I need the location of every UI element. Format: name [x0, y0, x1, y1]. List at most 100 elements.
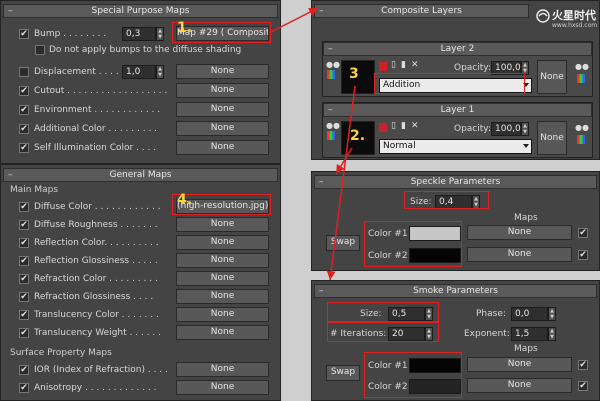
- composite-layers-header[interactable]: – Composite Layers: [314, 4, 529, 18]
- mask-color-icon[interactable]: [327, 70, 335, 79]
- collapse-icon[interactable]: –: [8, 5, 13, 17]
- smoke-exponent-arrows[interactable]: ▲ ▼: [548, 327, 556, 341]
- additional-color-map-button[interactable]: None: [176, 121, 269, 136]
- refraction-glossiness-map-button[interactable]: None: [176, 289, 269, 304]
- composite-layers-title: Composite Layers: [381, 6, 462, 16]
- layer-1-header[interactable]: – Layer 1: [323, 103, 592, 117]
- speckle-color-1-map-checkbox[interactable]: ✔: [578, 228, 588, 238]
- mask-color-icon[interactable]: [577, 135, 585, 144]
- anisotropy-label: Anisotropy . . . . . . . . . . . . .: [34, 383, 157, 393]
- smoke-phase-spinner[interactable]: 0,0: [511, 307, 548, 321]
- ior-checkbox[interactable]: ✔: [19, 365, 29, 375]
- site-logo: 火星时代 www.hxsd.com: [536, 7, 598, 35]
- visibility-icon[interactable]: ●●: [326, 121, 340, 130]
- mask-visibility-icon[interactable]: ●●: [575, 62, 589, 71]
- layer-2-mask-none-button[interactable]: None: [537, 60, 567, 94]
- collapse-icon[interactable]: –: [319, 285, 324, 297]
- speckle-color-2-map-button[interactable]: None: [467, 247, 572, 262]
- self-illumination-checkbox[interactable]: ✔: [19, 143, 29, 153]
- copy-page-icon[interactable]: ▮: [401, 60, 406, 70]
- delete-icon[interactable]: ✕: [411, 121, 419, 131]
- speckle-swap-button[interactable]: Swap: [326, 235, 360, 251]
- collapse-icon[interactable]: –: [319, 5, 324, 17]
- refraction-color-map-button[interactable]: None: [176, 271, 269, 286]
- bump-checkbox[interactable]: ✔: [19, 29, 29, 39]
- displacement-amount-arrows[interactable]: ▲ ▼: [156, 65, 164, 79]
- diffuse-roughness-checkbox[interactable]: ✔: [19, 220, 29, 230]
- refraction-color-checkbox[interactable]: ✔: [19, 274, 29, 284]
- smoke-maps-label: Maps: [514, 344, 538, 354]
- translucency-color-label: Translucency Color . . . . . . .: [34, 310, 159, 320]
- reflection-color-label: Reflection Color. . . . . . . . . .: [34, 238, 159, 248]
- general-maps-header[interactable]: – General Maps: [3, 168, 278, 182]
- no-bump-diffuse-checkbox[interactable]: [35, 45, 45, 55]
- smoke-color-1-map-checkbox[interactable]: ✔: [578, 360, 588, 370]
- mask-color-icon[interactable]: [327, 131, 335, 140]
- layer-1-blend-mode-dropdown[interactable]: Normal: [379, 139, 532, 154]
- copy-page-icon[interactable]: ▮: [401, 121, 406, 131]
- cutout-map-button[interactable]: None: [176, 83, 269, 98]
- collapse-icon[interactable]: –: [328, 104, 333, 116]
- new-page-icon[interactable]: ▯: [391, 60, 396, 70]
- environment-checkbox[interactable]: ✔: [19, 105, 29, 115]
- layer-1-opacity-spinner[interactable]: 100,0: [491, 122, 521, 136]
- speckle-color-2-map-checkbox[interactable]: ✔: [578, 250, 588, 260]
- delete-icon[interactable]: ✕: [411, 60, 419, 70]
- diffuse-roughness-map-button[interactable]: None: [176, 217, 269, 232]
- displacement-amount-spinner[interactable]: 1,0: [122, 65, 156, 79]
- smoke-color-1-map-button[interactable]: None: [467, 357, 572, 372]
- layer-1-mask-none-button[interactable]: None: [537, 121, 567, 155]
- smoke-color-2-map-button[interactable]: None: [467, 378, 572, 393]
- layer-2-title: Layer 2: [440, 44, 475, 54]
- collapse-icon[interactable]: –: [8, 169, 13, 181]
- annotation-number-3: 3: [349, 66, 359, 82]
- visibility-icon[interactable]: ●●: [326, 60, 340, 69]
- layer-1-opacity-label: Opacity:: [454, 124, 491, 134]
- mask-visibility-icon[interactable]: ●●: [575, 123, 589, 132]
- additional-color-checkbox[interactable]: ✔: [19, 124, 29, 134]
- translucency-color-checkbox[interactable]: ✔: [19, 310, 29, 320]
- displacement-checkbox[interactable]: [19, 67, 29, 77]
- reflection-glossiness-checkbox[interactable]: ✔: [19, 256, 29, 266]
- smoke-swap-button[interactable]: Swap: [326, 365, 360, 381]
- refraction-glossiness-checkbox[interactable]: ✔: [19, 292, 29, 302]
- ior-map-button[interactable]: None: [176, 362, 269, 377]
- layer-color-swatch-icon[interactable]: [379, 123, 387, 132]
- displacement-map-button[interactable]: None: [176, 64, 269, 79]
- collapse-icon[interactable]: –: [328, 43, 333, 55]
- smoke-exponent-spinner[interactable]: 1,5: [511, 327, 548, 341]
- self-illumination-label: Self Illumination Color . . . .: [34, 143, 157, 153]
- collapse-icon[interactable]: –: [319, 176, 324, 188]
- reflection-glossiness-map-button[interactable]: None: [176, 253, 269, 268]
- no-bump-diffuse-label: Do not apply bumps to the diffuse shadin…: [49, 45, 242, 55]
- smoke-phase-arrows[interactable]: ▲ ▼: [548, 307, 556, 321]
- special-purpose-maps-title: Special Purpose Maps: [91, 6, 190, 16]
- translucency-color-map-button[interactable]: None: [176, 307, 269, 322]
- reflection-color-checkbox[interactable]: ✔: [19, 238, 29, 248]
- mask-color-icon[interactable]: [577, 74, 585, 83]
- self-illumination-map-button[interactable]: None: [176, 140, 269, 155]
- translucency-weight-map-button[interactable]: None: [176, 325, 269, 340]
- logo-url: www.hxsd.com: [552, 22, 598, 29]
- speckle-parameters-header[interactable]: – Speckle Parameters: [314, 175, 597, 189]
- reflection-color-map-button[interactable]: None: [176, 235, 269, 250]
- environment-map-button[interactable]: None: [176, 102, 269, 117]
- diffuse-color-checkbox[interactable]: ✔: [19, 202, 29, 212]
- new-page-icon[interactable]: ▯: [391, 121, 396, 131]
- special-purpose-maps-header[interactable]: – Special Purpose Maps: [3, 4, 278, 18]
- translucency-weight-checkbox[interactable]: ✔: [19, 328, 29, 338]
- refraction-color-label: Refraction Color . . . . . . . . .: [34, 274, 158, 284]
- additional-color-label: Additional Color . . . . . . . . .: [34, 124, 158, 134]
- cutout-checkbox[interactable]: ✔: [19, 86, 29, 96]
- speckle-color-1-map-button[interactable]: None: [467, 225, 572, 240]
- speckle-maps-label: Maps: [514, 213, 538, 223]
- layer-color-swatch-icon[interactable]: [379, 62, 387, 71]
- bump-amount-spinner[interactable]: 0,3: [122, 27, 156, 41]
- anisotropy-checkbox[interactable]: ✔: [19, 383, 29, 393]
- bump-amount-arrows[interactable]: ▲ ▼: [156, 27, 164, 41]
- smoke-color-2-map-checkbox[interactable]: ✔: [578, 381, 588, 391]
- smoke-parameters-header[interactable]: – Smoke Parameters: [314, 284, 597, 298]
- layer-1-opacity-arrows[interactable]: ▲ ▼: [521, 122, 529, 136]
- anisotropy-map-button[interactable]: None: [176, 380, 269, 395]
- layer-2-header[interactable]: – Layer 2: [323, 42, 592, 56]
